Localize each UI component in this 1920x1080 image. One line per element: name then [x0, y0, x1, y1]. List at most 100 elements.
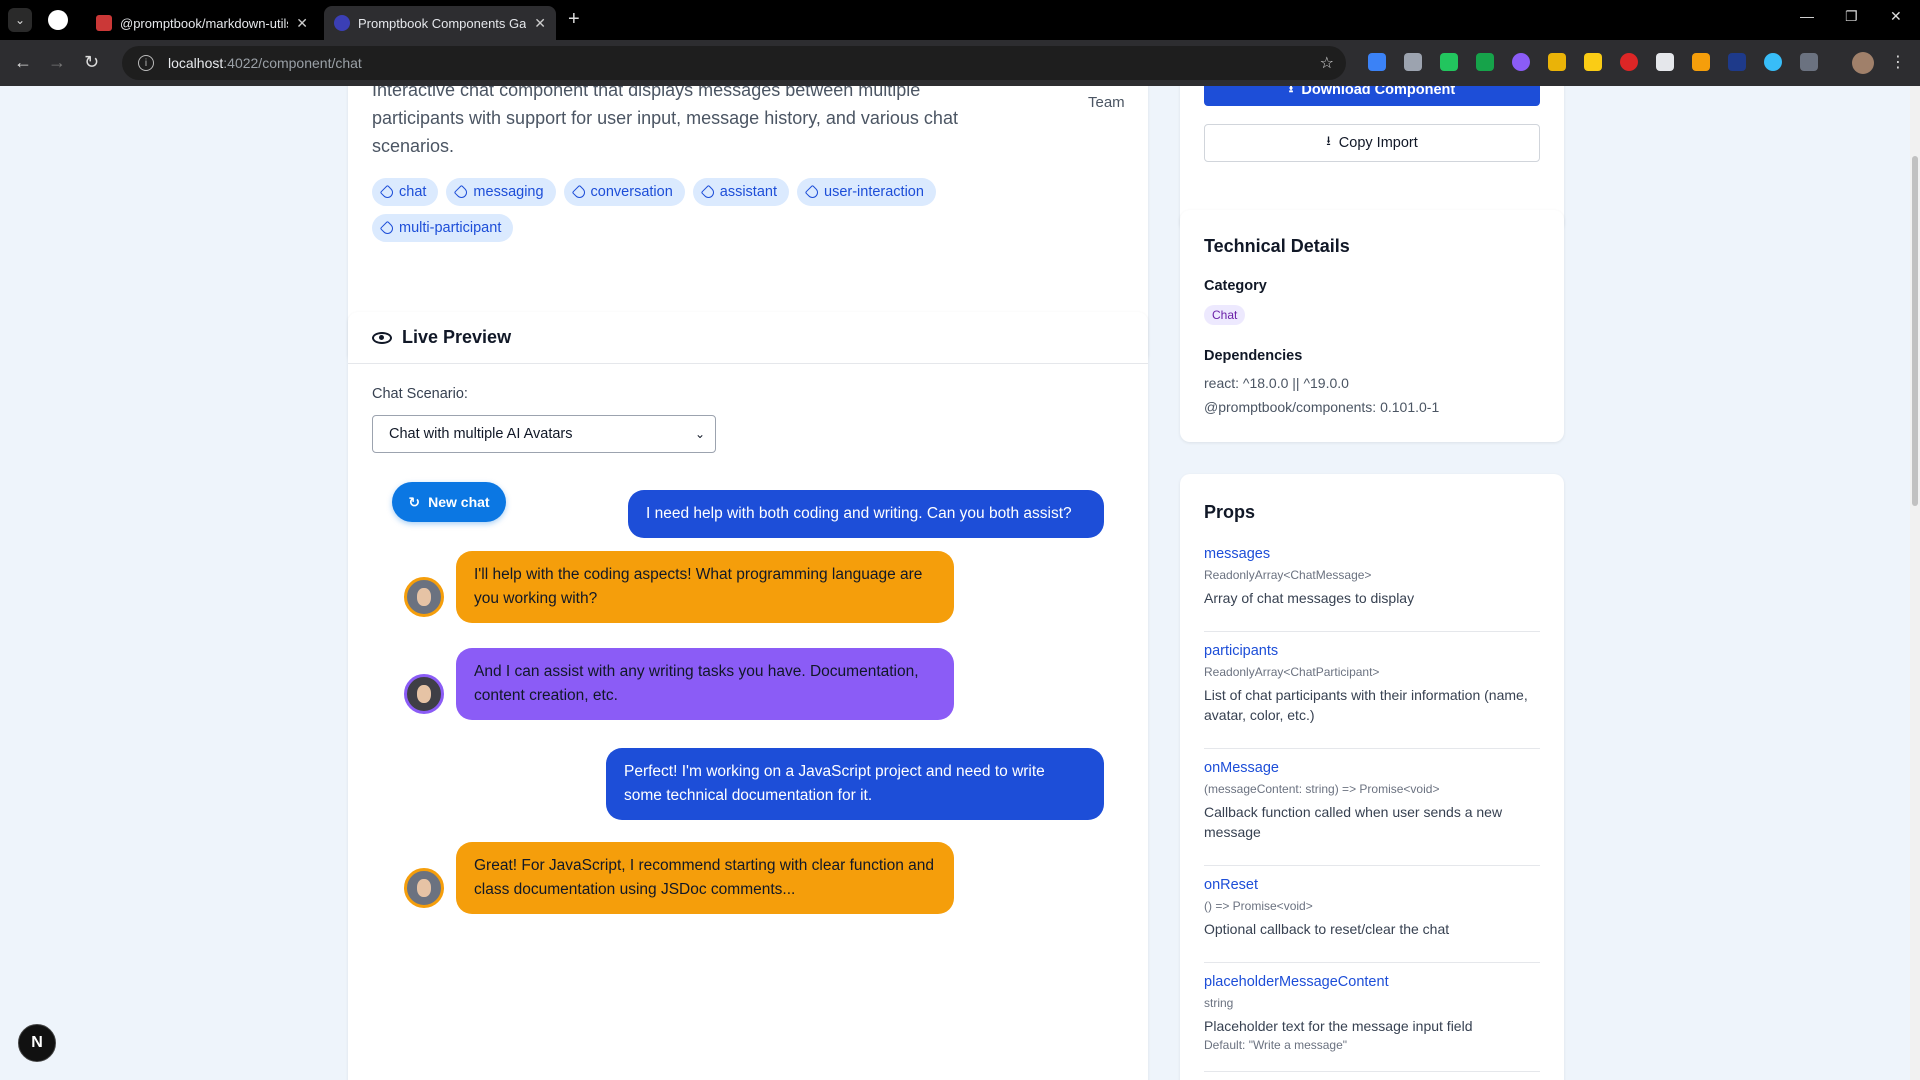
scrollbar-thumb[interactable]	[1912, 156, 1918, 506]
category-badge: Chat	[1204, 305, 1246, 325]
tag-icon	[379, 220, 396, 236]
new-chat-button[interactable]: ↻ New chat	[392, 482, 506, 522]
tag-icon	[571, 184, 587, 200]
tag-icon	[804, 184, 821, 200]
browser-tab-2[interactable]: Promptbook Components Gallery ✕	[324, 6, 556, 40]
prop-name[interactable]: messages	[1204, 546, 1540, 566]
tag-label: user-interaction	[824, 184, 924, 200]
browser-tab-1[interactable]: @promptbook/markdown-utils ✕	[86, 6, 318, 40]
extension-icon[interactable]	[1620, 53, 1638, 71]
new-chat-label: New chat	[428, 494, 490, 510]
tag-chip[interactable]: multi-participant	[372, 214, 514, 242]
prop-type: ReadonlyArray<ChatParticipant>	[1204, 665, 1380, 679]
tag-label: conversation	[590, 184, 673, 200]
reload-icon[interactable]: ↻	[84, 52, 99, 73]
tag-icon	[379, 184, 396, 200]
live-preview-title: Live Preview	[402, 327, 512, 347]
tag-label: assistant	[719, 184, 777, 200]
chat-scenario-label: Chat Scenario:	[372, 386, 468, 402]
tab-close-icon[interactable]: ✕	[534, 15, 546, 32]
minimize-icon[interactable]: —	[1800, 8, 1814, 24]
tag-chip[interactable]: chat	[372, 178, 439, 206]
prop-type: ReadonlyArray<ChatMessage>	[1204, 568, 1372, 582]
prop-name[interactable]: placeholderMessageContent	[1204, 974, 1540, 994]
extension-icon[interactable]	[1368, 53, 1386, 71]
extension-icon[interactable]	[1440, 53, 1458, 71]
props-title: Props	[1204, 502, 1256, 522]
extension-icon[interactable]	[1512, 53, 1530, 71]
prop-item: participants ReadonlyArray<ChatParticipa…	[1204, 643, 1540, 749]
prop-type: () => Promise<void>	[1204, 899, 1313, 913]
author-label: Team	[1088, 94, 1125, 111]
new-tab-plus-icon[interactable]: +	[568, 8, 580, 31]
prop-name[interactable]: onMessage	[1204, 760, 1540, 780]
browser-toolbar: ← → ↻ i localhost:4022/component/chat ☆ …	[0, 40, 1920, 86]
browser-tab-bar: ⌄ @promptbook/markdown-utils ✕ Promptboo…	[0, 0, 1920, 40]
live-preview-header: Live Preview	[348, 312, 1148, 364]
prop-item: onMessage (messageContent: string) => Pr…	[1204, 760, 1540, 866]
live-preview-card: Live Preview Chat Scenario: Chat with mu…	[348, 312, 1148, 1080]
back-arrow-icon[interactable]: ←	[14, 52, 32, 73]
prop-description: Placeholder text for the message input f…	[1204, 1018, 1473, 1034]
extension-icon[interactable]	[1584, 53, 1602, 71]
npm-icon	[96, 15, 112, 31]
page-scrollbar[interactable]	[1910, 86, 1920, 1080]
tag-chip[interactable]: conversation	[563, 178, 685, 206]
dependencies-label: Dependencies	[1204, 348, 1303, 364]
chat-message-writer: And I can assist with any writing tasks …	[456, 648, 954, 720]
github-pinned-tab-icon[interactable]	[48, 10, 68, 30]
forward-arrow-icon[interactable]: →	[48, 52, 66, 73]
extensions-puzzle-icon[interactable]	[1800, 53, 1818, 71]
tag-chip[interactable]: assistant	[692, 178, 789, 206]
chat-scenario-value: Chat with multiple AI Avatars	[389, 426, 573, 442]
chat-message-coder: I'll help with the coding aspects! What …	[456, 551, 954, 623]
tab-search-chevron-icon[interactable]: ⌄	[8, 8, 32, 32]
extension-icon[interactable]	[1548, 53, 1566, 71]
browser-tab-2-title: Promptbook Components Gallery	[358, 15, 527, 31]
eyedropper-extension-icon[interactable]	[1656, 53, 1674, 71]
restore-icon[interactable]: ❐	[1845, 8, 1858, 25]
prop-name[interactable]: participants	[1204, 643, 1540, 663]
props-card: Props messages ReadonlyArray<ChatMessage…	[1180, 474, 1564, 1080]
copy-import-label: Copy Import	[1338, 135, 1418, 151]
tag-label: multi-participant	[399, 220, 502, 236]
url-host: localhost	[168, 55, 224, 71]
avatar-face	[417, 685, 431, 703]
tag-chip[interactable]: messaging	[446, 178, 556, 206]
url-path: :4022/component/chat	[223, 55, 362, 71]
address-bar[interactable]: i localhost:4022/component/chat ☆	[122, 46, 1346, 80]
prop-item: placeholderMessageContent string Placeho…	[1204, 974, 1540, 1072]
nextjs-devtools-icon[interactable]: N	[18, 1024, 56, 1062]
window-close-icon[interactable]: ✕	[1890, 8, 1902, 25]
download-icon: ⭳	[1288, 86, 1294, 95]
profile-avatar[interactable]	[1852, 52, 1874, 74]
component-description: Interactive chat component that displays…	[372, 86, 958, 156]
extension-icon[interactable]	[1728, 53, 1746, 71]
copy-import-button[interactable]: ⭳ Copy Import	[1204, 124, 1540, 162]
react-extension-icon[interactable]	[1764, 53, 1782, 71]
tab-close-icon[interactable]: ✕	[296, 15, 308, 32]
prop-item: messages ReadonlyArray<ChatMessage> Arra…	[1204, 546, 1540, 632]
prop-default: Default: "Write a message"	[1204, 1038, 1348, 1052]
page-content: Interactive chat component that displays…	[0, 86, 1920, 1080]
eye-icon	[372, 331, 392, 344]
dependency-item: @promptbook/components: 0.101.0-1	[1204, 399, 1440, 415]
chat-scenario-select[interactable]: Chat with multiple AI Avatars ⌄	[372, 415, 716, 453]
prop-name[interactable]: onReset	[1204, 877, 1540, 897]
camera-extension-icon[interactable]	[1404, 53, 1422, 71]
extension-icon[interactable]	[1692, 53, 1710, 71]
prop-description: Callback function called when user sends…	[1204, 804, 1503, 840]
reload-icon: ↻	[408, 493, 421, 510]
database-extension-icon[interactable]	[1476, 53, 1494, 71]
tag-list: chat messaging conversation assistant us…	[372, 178, 992, 242]
promptbook-icon	[334, 15, 350, 31]
info-icon[interactable]: i	[138, 55, 154, 71]
category-label: Category	[1204, 278, 1267, 294]
tag-label: chat	[399, 184, 427, 200]
star-icon[interactable]: ☆	[1320, 53, 1334, 73]
download-component-button[interactable]: ⭳ Download Component	[1204, 86, 1540, 106]
browser-menu-icon[interactable]: ⋮	[1890, 52, 1906, 72]
prop-item: onReset () => Promise<void> Optional cal…	[1204, 877, 1540, 963]
coder-avatar	[404, 868, 444, 908]
tag-chip[interactable]: user-interaction	[797, 178, 936, 206]
